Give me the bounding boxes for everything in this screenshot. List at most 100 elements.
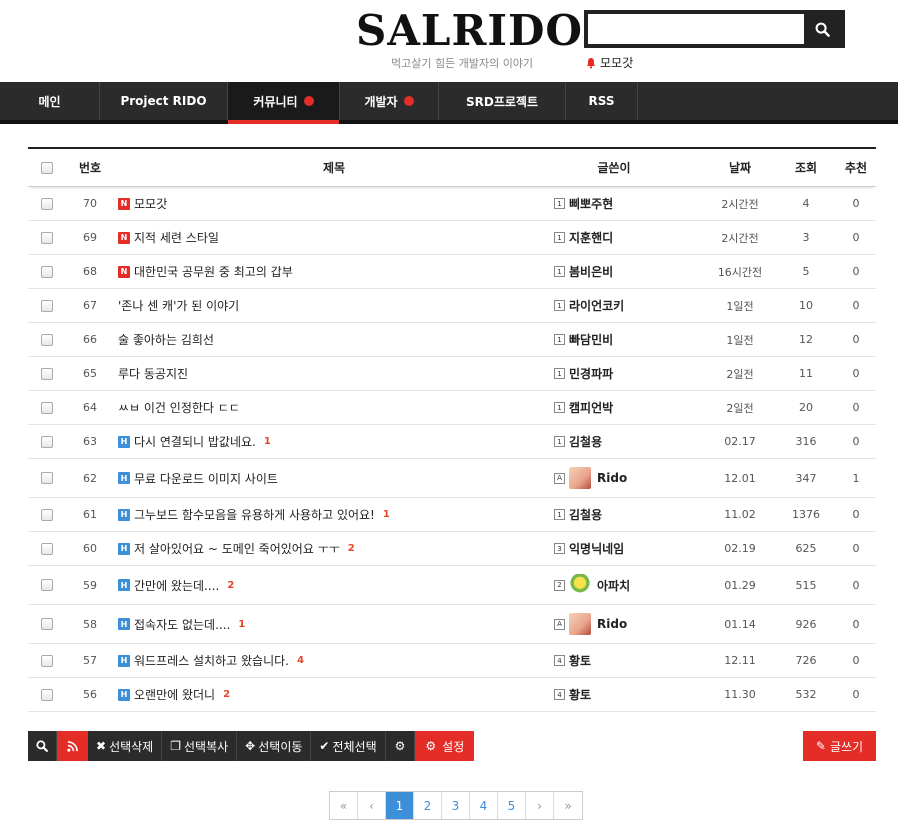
- post-number: 67: [83, 299, 97, 312]
- row-checkbox[interactable]: [41, 197, 53, 210]
- row-checkbox[interactable]: [41, 579, 53, 591]
- row-checkbox[interactable]: [41, 618, 53, 630]
- page-next[interactable]: ›: [526, 792, 554, 819]
- writer-name[interactable]: 익명닉네임: [569, 540, 624, 557]
- header-views[interactable]: 조회: [776, 159, 836, 176]
- header-recommend[interactable]: 추천: [836, 159, 876, 176]
- page-last[interactable]: »: [554, 792, 582, 819]
- writer-name[interactable]: 삐뽀주현: [569, 195, 613, 212]
- writer-name[interactable]: Rido: [597, 617, 627, 631]
- comment-count[interactable]: 1: [264, 436, 271, 447]
- comment-count[interactable]: 2: [348, 543, 355, 554]
- writer-name[interactable]: 캠피언박: [569, 399, 613, 416]
- level-icon: 1: [554, 198, 565, 209]
- move-selected-button[interactable]: ✥ 선택이동: [237, 731, 312, 761]
- page-2[interactable]: 2: [414, 792, 442, 819]
- search-button[interactable]: [804, 14, 841, 44]
- table-body: 70 N 모모갓 1 삐뽀주현 2시간전 4 0 69 N 지적 세련 스타일 1 지훈핸디 2시간전 3 0…: [28, 187, 876, 712]
- post-title-link[interactable]: 오랜만에 왔더니: [134, 686, 215, 703]
- button-label: 설정: [442, 739, 465, 754]
- post-title-link[interactable]: 지적 세련 스타일: [134, 229, 219, 246]
- post-title-link[interactable]: 무료 다운로드 이미지 사이트: [134, 470, 278, 487]
- settings-button[interactable]: ⚙ 설정: [415, 731, 475, 761]
- comment-count[interactable]: 4: [297, 655, 304, 666]
- page-first[interactable]: «: [330, 792, 358, 819]
- write-button[interactable]: ✎ 글쓰기: [803, 731, 876, 761]
- row-checkbox[interactable]: [41, 435, 53, 448]
- post-title-link[interactable]: 그누보드 함수모음을 유용하게 사용하고 있어요!: [134, 506, 375, 523]
- writer-name[interactable]: 지훈핸디: [569, 229, 613, 246]
- select-all-checkbox[interactable]: [41, 161, 53, 174]
- post-title-link[interactable]: 모모갓: [134, 195, 167, 212]
- writer-name[interactable]: 김철용: [569, 506, 602, 523]
- writer-name[interactable]: 빠담민비: [569, 331, 613, 348]
- post-title-link[interactable]: '존나 센 캐'가 된 이야기: [118, 297, 239, 314]
- page-3[interactable]: 3: [442, 792, 470, 819]
- row-checkbox[interactable]: [41, 688, 53, 701]
- row-checkbox[interactable]: [41, 472, 53, 484]
- row-checkbox[interactable]: [41, 299, 53, 312]
- row-checkbox[interactable]: [41, 265, 53, 278]
- row-checkbox[interactable]: [41, 654, 53, 667]
- post-recommend: 0: [852, 367, 860, 380]
- nav-item-developer[interactable]: 개발자: [340, 82, 439, 120]
- post-title-link[interactable]: 워드프레스 설치하고 왔습니다.: [134, 652, 289, 669]
- post-title-link[interactable]: 저 살아있어요 ~ 도메인 죽어있어요 ㅜㅜ: [134, 540, 340, 557]
- user-link[interactable]: 모모갓: [585, 54, 633, 71]
- delete-selected-button[interactable]: ✖ 선택삭제: [88, 731, 163, 761]
- writer-name[interactable]: 아파치: [597, 577, 630, 594]
- post-title-link[interactable]: 접속자도 없는데....: [134, 616, 230, 633]
- header-num[interactable]: 번호: [66, 159, 114, 176]
- post-title-link[interactable]: 다시 연결되니 밥값네요.: [134, 433, 256, 450]
- page-1[interactable]: 1: [386, 792, 414, 819]
- table-row: 60 H 저 살아있어요 ~ 도메인 죽어있어요 ㅜㅜ 2 3 익명닉네임 02.19 625…: [28, 532, 876, 566]
- site-header: SALRIDO 먹고살기 힘든 개발자의 이야기 모모갓: [0, 0, 898, 82]
- writer-name[interactable]: Rido: [597, 471, 627, 485]
- post-title-link[interactable]: 대한민국 공무원 중 최고의 갑부: [134, 263, 293, 280]
- gear-button[interactable]: ⚙: [385, 731, 416, 761]
- post-title-link[interactable]: ㅆㅂ 이건 인정한다 ㄷㄷ: [118, 399, 240, 416]
- level-icon: 2: [554, 579, 565, 591]
- comment-count[interactable]: 2: [223, 689, 230, 700]
- row-checkbox[interactable]: [41, 508, 53, 521]
- nav-item-project-rido[interactable]: Project RIDO: [100, 82, 228, 120]
- post-title-link[interactable]: 술 좋아하는 김희선: [118, 331, 214, 348]
- select-all-button[interactable]: ✔ 전체선택: [311, 731, 386, 761]
- site-logo[interactable]: SALRIDO: [356, 8, 583, 54]
- comment-count[interactable]: 1: [238, 619, 245, 630]
- row-checkbox[interactable]: [41, 401, 53, 414]
- page-5[interactable]: 5: [498, 792, 526, 819]
- comment-count[interactable]: 2: [227, 580, 234, 591]
- table-row: 66 술 좋아하는 김희선 1 빠담민비 1일전 12 0: [28, 323, 876, 357]
- nav-item-community[interactable]: 커뮤니티: [228, 82, 340, 124]
- rss-button[interactable]: [57, 731, 88, 761]
- search-input[interactable]: [588, 14, 804, 44]
- table-row: 70 N 모모갓 1 삐뽀주현 2시간전 4 0: [28, 187, 876, 221]
- gear-icon: ⚙: [394, 739, 406, 753]
- row-checkbox[interactable]: [41, 367, 53, 380]
- post-title-link[interactable]: 루다 동공지진: [118, 365, 188, 382]
- writer-name[interactable]: 라이언코키: [569, 297, 624, 314]
- nav-item-srd-project[interactable]: SRD프로젝트: [439, 82, 566, 120]
- comment-count[interactable]: 1: [383, 509, 390, 520]
- page-prev[interactable]: ‹: [358, 792, 386, 819]
- writer-name[interactable]: 황토: [569, 652, 591, 669]
- writer-name[interactable]: 황토: [569, 686, 591, 703]
- header-date[interactable]: 날짜: [704, 159, 776, 176]
- table-row: 61 H 그누보드 함수모음을 유용하게 사용하고 있어요! 1 1 김철용 11.02 13…: [28, 498, 876, 532]
- writer-name[interactable]: 민경파파: [569, 365, 613, 382]
- row-checkbox[interactable]: [41, 231, 53, 244]
- writer-name[interactable]: 봄비은비: [569, 263, 613, 280]
- writer-name[interactable]: 김철용: [569, 433, 602, 450]
- nav-item-rss[interactable]: RSS: [566, 82, 638, 120]
- board-search-button[interactable]: [28, 731, 57, 761]
- post-title-link[interactable]: 간만에 왔는데....: [134, 577, 219, 594]
- row-checkbox[interactable]: [41, 542, 53, 555]
- table-row: 59 H 간만에 왔는데.... 2 2 아파치 01.29 515 0: [28, 566, 876, 605]
- level-icon: A: [554, 472, 565, 484]
- row-checkbox[interactable]: [41, 333, 53, 346]
- nav-item-main[interactable]: 메인: [0, 82, 100, 120]
- page-4[interactable]: 4: [470, 792, 498, 819]
- post-number: 57: [83, 654, 97, 667]
- copy-selected-button[interactable]: ❐ 선택복사: [162, 731, 238, 761]
